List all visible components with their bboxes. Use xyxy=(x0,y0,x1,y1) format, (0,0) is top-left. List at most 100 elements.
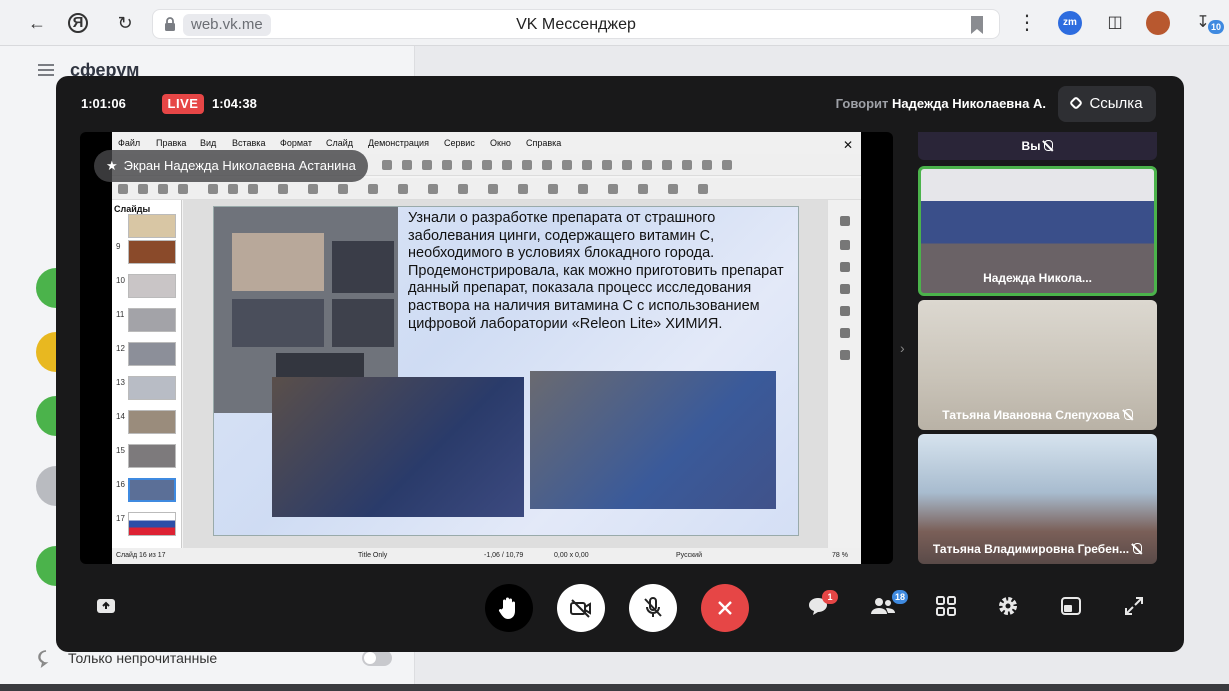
link-button[interactable]: Ссылка xyxy=(1058,86,1156,122)
slide-number: 13 xyxy=(116,378,125,387)
layout-grid-button[interactable] xyxy=(934,594,962,622)
link-icon xyxy=(1069,95,1084,111)
menu-item[interactable]: Окно xyxy=(490,138,511,148)
sidebar-tools xyxy=(827,200,861,548)
call-window: 1:01:06 LIVE 1:04:38 Говорит Надежда Ник… xyxy=(56,76,1184,652)
menu-item[interactable]: Вид xyxy=(200,138,216,148)
participant-tile-self[interactable]: Вы xyxy=(918,132,1157,160)
chat-button[interactable]: 1 xyxy=(806,590,838,622)
chat-bubble-icon xyxy=(38,650,49,668)
mic-off-icon xyxy=(644,597,662,617)
menu-item[interactable]: Слайд xyxy=(326,138,353,148)
participant-name: Татьяна Владимировна Гребен... xyxy=(918,542,1157,556)
slide-thumbnail[interactable] xyxy=(128,240,176,264)
menu-item[interactable]: Справка xyxy=(526,138,561,148)
end-call-button[interactable] xyxy=(701,584,749,632)
reload-icon[interactable]: ↻ xyxy=(112,10,138,36)
slide-thumbnail[interactable] xyxy=(128,214,176,238)
unread-filter-label: Только непрочитанные xyxy=(68,650,218,666)
fullscreen-button[interactable] xyxy=(1122,594,1150,622)
status-size: 0,00 x 0,00 xyxy=(554,552,589,559)
status-language: Русский xyxy=(676,552,702,559)
slide-text: Узнали о разработке препарата от страшно… xyxy=(408,210,784,332)
menu-item[interactable]: Файл xyxy=(118,138,140,148)
slides-header: Слайды xyxy=(114,204,151,214)
link-button-label: Ссылка xyxy=(1089,95,1143,112)
participants-badge: 18 xyxy=(891,590,908,604)
participant-tile[interactable]: Татьяна Ивановна Слепухова xyxy=(918,300,1157,430)
slide-number: 12 xyxy=(116,344,125,353)
slide-thumbnail[interactable] xyxy=(128,512,176,536)
expand-icon xyxy=(1125,597,1143,615)
close-icon xyxy=(718,601,732,615)
menu-item[interactable]: Вставка xyxy=(232,138,265,148)
address-bar[interactable]: web.vk.me VK Мессенджер xyxy=(152,9,1000,39)
chevron-right-icon[interactable]: › xyxy=(900,340,912,356)
share-screen-button[interactable] xyxy=(94,594,122,622)
status-layout: Title Only xyxy=(358,552,388,559)
camera-off-icon xyxy=(570,599,591,618)
translate-icon[interactable]: ◫ xyxy=(1102,10,1128,36)
taskbar xyxy=(0,684,1229,691)
presenter-chip-label: Экран Надежда Николаевна Астанина xyxy=(123,158,356,173)
slide-thumbnail[interactable] xyxy=(128,308,176,332)
extension-icon[interactable] xyxy=(1146,11,1170,35)
close-icon[interactable]: ✕ xyxy=(843,138,853,152)
status-slide: Слайд 16 из 17 xyxy=(116,552,166,559)
mic-off-icon xyxy=(1123,409,1133,420)
menu-item[interactable]: Сервис xyxy=(444,138,475,148)
slide-canvas: Узнали о разработке препарата от страшно… xyxy=(183,200,827,548)
slide-thumbnail[interactable] xyxy=(128,444,176,468)
page-title: VK Мессенджер xyxy=(516,16,636,33)
participant-tile[interactable]: Татьяна Владимировна Гребен... xyxy=(918,434,1157,564)
menu-item[interactable]: Формат xyxy=(280,138,312,148)
minimize-button[interactable] xyxy=(1059,594,1087,622)
menu-item[interactable]: Демонстрация xyxy=(368,138,429,148)
slide-thumbnail[interactable] xyxy=(128,376,176,400)
slide-thumbnail[interactable] xyxy=(128,342,176,366)
slide-photo-teacher-laptop xyxy=(272,377,524,517)
status-coords: -1,06 / 10,79 xyxy=(484,552,524,559)
slide-number: 10 xyxy=(116,276,125,285)
status-zoom: 78 % xyxy=(832,552,848,559)
live-timer: 1:04:38 xyxy=(212,96,257,111)
slide-thumbnail[interactable] xyxy=(128,410,176,434)
slide-number: 14 xyxy=(116,412,125,421)
mic-toggle-button[interactable] xyxy=(629,584,677,632)
menu-item[interactable]: Правка xyxy=(156,138,186,148)
slide-photo-lab-experiment xyxy=(530,371,776,509)
slides-panel: Слайды 9 10 11 12 13 14 15 16 17 xyxy=(112,200,182,548)
grid-icon xyxy=(936,596,956,616)
speaking-prefix: Говорит xyxy=(835,96,889,111)
participant-name: Надежда Никола... xyxy=(983,271,1092,285)
slide-number: 15 xyxy=(116,446,125,455)
menu-icon[interactable] xyxy=(38,64,54,76)
participants-button[interactable]: 18 xyxy=(870,590,908,622)
yandex-icon[interactable]: Я xyxy=(68,13,88,33)
back-icon[interactable]: ← xyxy=(24,10,50,36)
slide-number: 11 xyxy=(116,310,125,319)
raise-hand-button[interactable] xyxy=(485,584,533,632)
browser-toolbar: ← Я ↻ web.vk.me VK Мессенджер ⋮ zm ◫ ↧ 1… xyxy=(0,0,1229,46)
chat-badge: 1 xyxy=(822,590,838,604)
mic-off-icon xyxy=(1044,140,1054,151)
video-tile xyxy=(232,233,324,291)
video-tile xyxy=(332,241,394,293)
participant-tile-presenter[interactable]: Надежда Никола... xyxy=(918,166,1157,296)
live-badge: LIVE xyxy=(162,94,204,114)
bookmark-icon[interactable] xyxy=(969,15,985,35)
video-tile xyxy=(232,299,324,347)
pin-icon: ★ xyxy=(106,158,118,173)
settings-button[interactable] xyxy=(996,594,1024,622)
more-icon[interactable]: ⋮ xyxy=(1014,10,1040,36)
speaking-name: Надежда Николаевна А. xyxy=(892,96,1046,111)
zoom-extension-icon[interactable]: zm xyxy=(1058,11,1082,35)
download-icon[interactable]: ↧ 10 xyxy=(1190,10,1224,36)
camera-toggle-button[interactable] xyxy=(557,584,605,632)
unread-toggle[interactable] xyxy=(362,650,392,666)
screen-share[interactable]: Файл Правка Вид Вставка Формат Слайд Дем… xyxy=(80,132,893,564)
slide-thumbnail-current[interactable] xyxy=(128,478,176,502)
current-slide[interactable]: Узнали о разработке препарата от страшно… xyxy=(213,206,799,536)
gear-icon xyxy=(999,597,1017,615)
slide-thumbnail[interactable] xyxy=(128,274,176,298)
